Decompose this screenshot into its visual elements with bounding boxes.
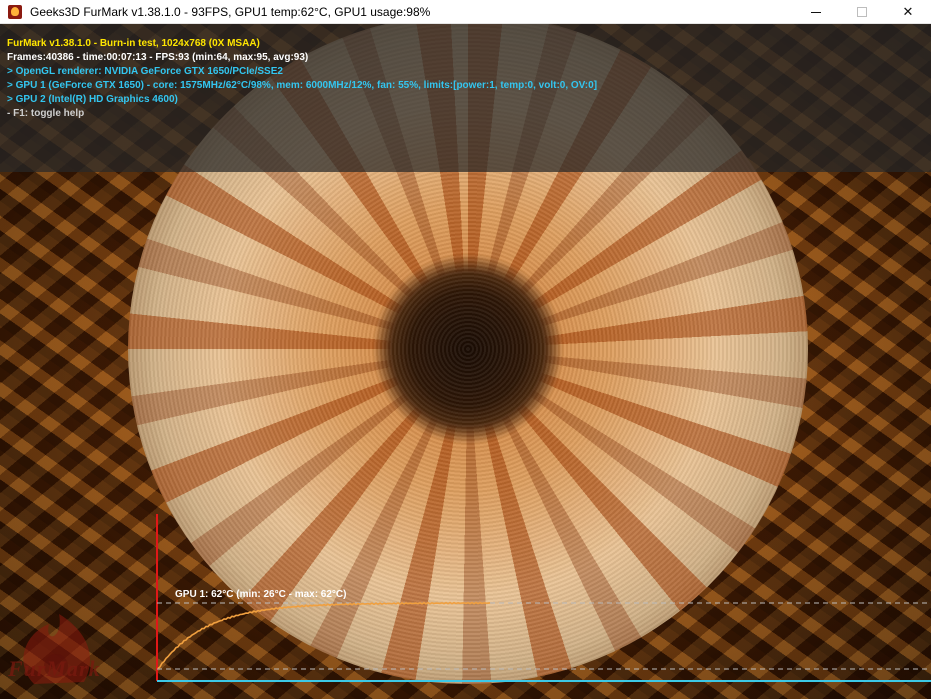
window-controls: ✕ xyxy=(793,0,931,24)
gpu-temp-label: GPU 1: 62°C (min: 26°C - max: 62°C) xyxy=(175,589,347,600)
furmark-app-icon[interactable] xyxy=(8,4,22,19)
minimize-icon xyxy=(811,11,821,13)
render-viewport[interactable]: FurMark v1.38.1.0 - Burn-in test, 1024x7… xyxy=(0,24,931,699)
title-bar: Geeks3D FurMark v1.38.1.0 - 93FPS, GPU1 … xyxy=(0,0,931,24)
maximize-button[interactable] xyxy=(839,0,885,24)
close-icon: ✕ xyxy=(902,4,914,20)
gpu-temp-curve xyxy=(157,601,491,670)
maximize-icon xyxy=(857,7,867,17)
gpu-temp-graph xyxy=(156,514,931,682)
window-title: Geeks3D FurMark v1.38.1.0 - 93FPS, GPU1 … xyxy=(30,4,431,19)
close-button[interactable]: ✕ xyxy=(885,0,931,24)
minimize-button[interactable] xyxy=(793,0,839,24)
